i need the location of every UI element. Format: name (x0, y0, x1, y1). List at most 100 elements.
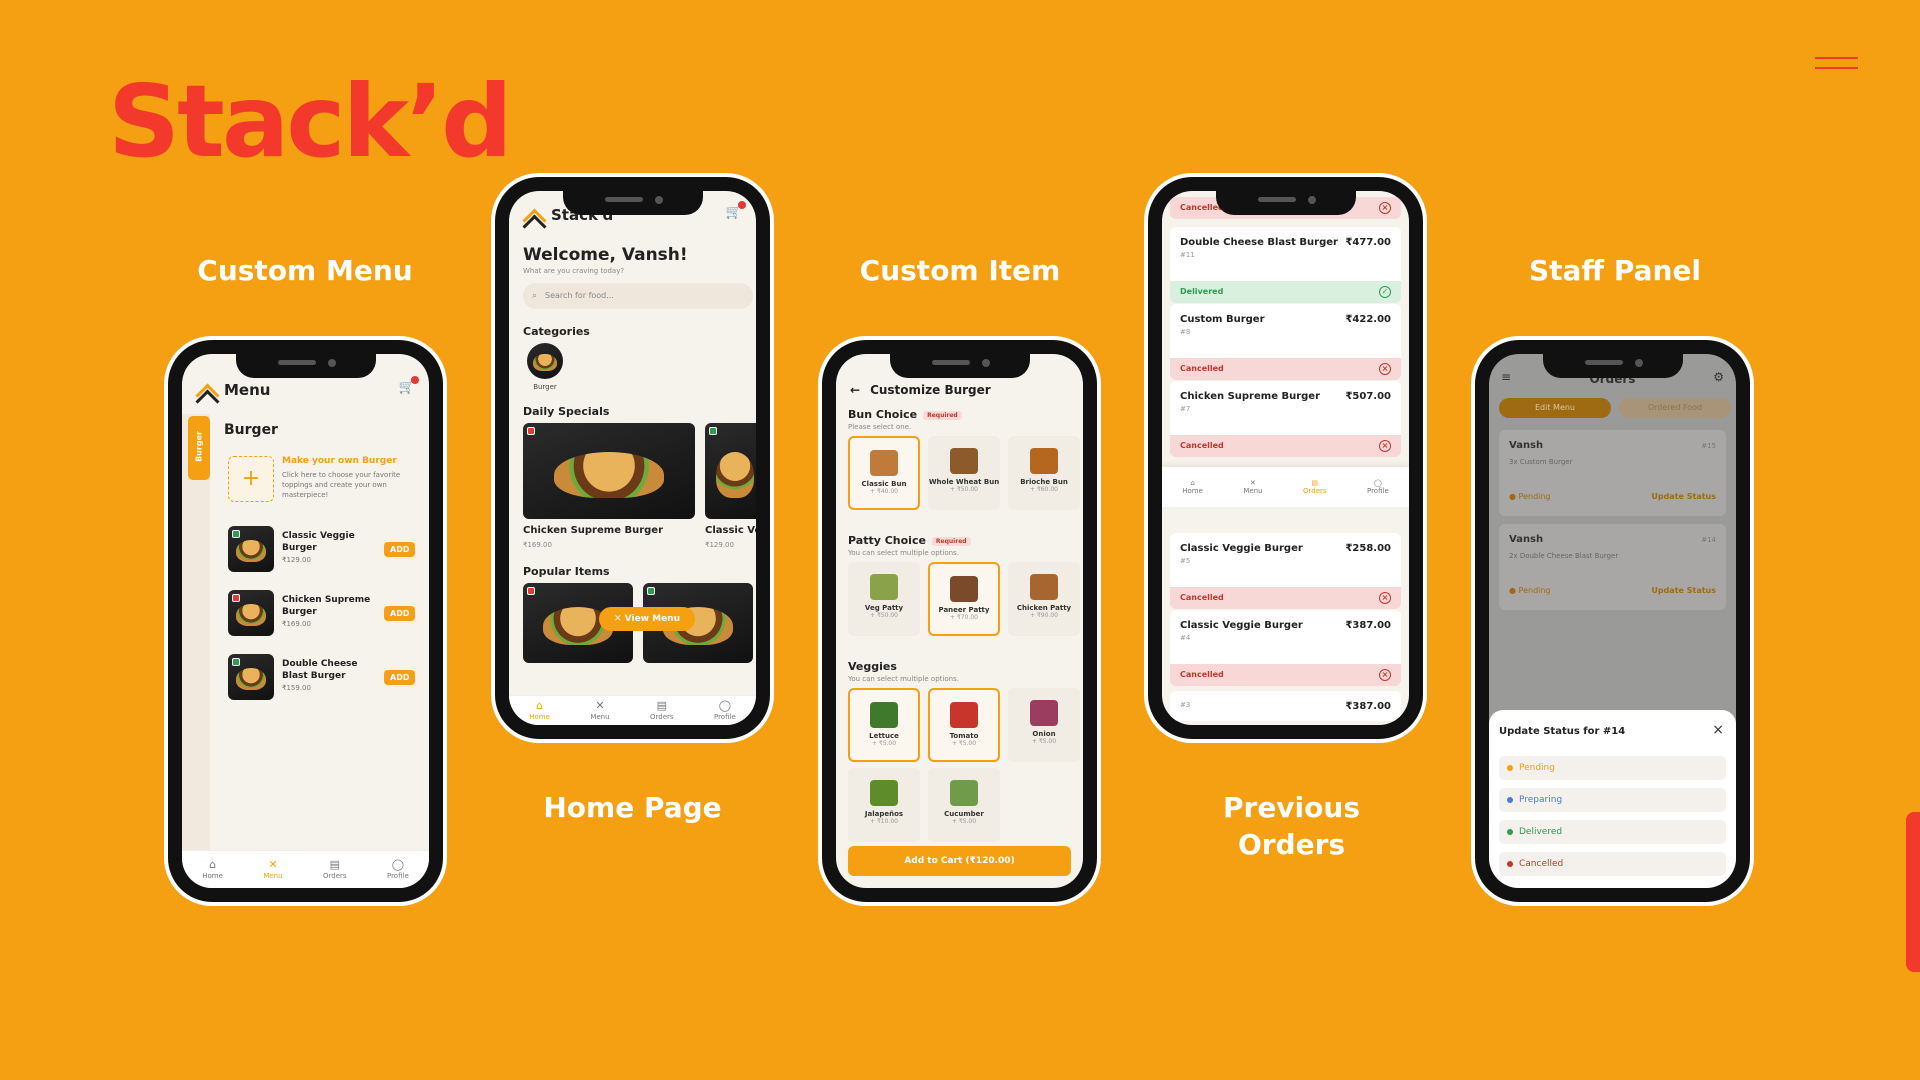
status-option-cancelled[interactable]: Cancelled (1499, 852, 1726, 876)
nav-profile[interactable]: ◯ Profile (1367, 479, 1389, 495)
nav-orders[interactable]: ▤ Orders (650, 699, 674, 722)
option-classic-bun[interactable]: Classic Bun + ₹40.00 (848, 436, 920, 510)
option-chicken-patty[interactable]: Chicken Patty + ₹90.00 (1008, 562, 1080, 636)
update-status-link[interactable]: Update Status (1651, 492, 1716, 501)
required-badge: Required (923, 410, 962, 420)
staff-order-card[interactable]: Vansh #14 2x Double Cheese Blast Burger … (1499, 524, 1726, 610)
order-number: #4 (1180, 634, 1191, 642)
search-placeholder: Search for food... (545, 291, 614, 300)
order-card[interactable]: Double Cheese Blast Burger #11 ₹477.00 Deli… (1170, 227, 1401, 303)
cart-icon[interactable]: 🛒 (399, 376, 419, 395)
option-paneer-patty[interactable]: Paneer Patty + ₹70.00 (928, 562, 1000, 636)
close-icon[interactable]: × (1712, 722, 1724, 738)
brand-logo: Stack’d (108, 63, 513, 180)
home-icon: ⌂ (1190, 479, 1195, 487)
bottom-nav: ⌂ Home ✕ Menu ▤ Orders ◯ Profile (182, 850, 429, 888)
order-card[interactable]: Custom Burger #8 ₹422.00 Cancelled × (1170, 304, 1401, 380)
order-number: #11 (1180, 251, 1195, 259)
option-name: Jalapeños (864, 810, 904, 818)
order-number: #14 (1701, 536, 1716, 544)
side-tab[interactable] (1906, 812, 1920, 972)
add-button[interactable]: ADD (384, 542, 416, 557)
phone-custom: ← Customize Burger Bun Choice Required Pl… (822, 340, 1097, 902)
option-veg-patty[interactable]: Veg Patty + ₹50.00 (848, 562, 920, 636)
hamburger-menu-icon[interactable] (1815, 57, 1858, 71)
option-name: Chicken Patty (1016, 604, 1072, 612)
nav-menu[interactable]: ✕ Menu (263, 858, 283, 881)
add-custom-burger-icon[interactable]: + (228, 456, 274, 502)
nav-home[interactable]: ⌂ Home (202, 858, 223, 881)
own-burger-title[interactable]: Make your own Burger (282, 456, 397, 466)
modal-title: Update Status for #14 (1499, 726, 1626, 737)
order-card[interactable]: Chicken Supreme Burger #7 ₹507.00 Cancelled… (1170, 381, 1401, 457)
order-price: ₹258.00 (1345, 543, 1391, 554)
nav-menu[interactable]: ✕ Menu (1243, 479, 1262, 495)
special-image[interactable] (705, 423, 756, 519)
order-number: #5 (1180, 557, 1191, 565)
veggie-image (870, 702, 898, 728)
caption-previous-line1: Previous (1222, 791, 1360, 824)
order-number: #7 (1180, 405, 1191, 413)
option-price: + ₹5.00 (1031, 738, 1057, 745)
tab-edit-menu[interactable]: Edit Menu (1499, 398, 1611, 418)
stackd-logo-icon (523, 208, 545, 222)
nav-profile[interactable]: ◯ Profile (386, 858, 409, 881)
option-whole-wheat-bun[interactable]: Whole Wheat Bun + ₹50.00 (928, 436, 1000, 510)
status-option-delivered[interactable]: Delivered (1499, 820, 1726, 844)
order-price: ₹422.00 (1345, 314, 1391, 325)
add-button[interactable]: ADD (384, 606, 416, 621)
item-name: Classic Veggie Burger (282, 531, 355, 553)
search-input[interactable]: ⌕ Search for food... (523, 283, 753, 309)
special-image[interactable] (523, 423, 695, 519)
nav-home[interactable]: ⌂ Home (1182, 479, 1203, 495)
option-onion[interactable]: Onion + ₹5.00 (1008, 688, 1080, 762)
category-burger-image[interactable] (527, 343, 563, 379)
home-icon: ⌂ (536, 698, 544, 712)
cart-icon[interactable]: 🛒 (726, 201, 746, 220)
nav-profile-label: Profile (713, 712, 736, 721)
nav-profile[interactable]: ◯ Profile (713, 699, 736, 722)
pending-status: ● Pending (1509, 492, 1551, 501)
order-price: ₹387.00 (1345, 620, 1391, 631)
back-arrow-icon[interactable]: ← (850, 383, 860, 397)
phone-staff: ≡ Orders ⚙ Edit Menu Ordered Food Vansh … (1475, 340, 1750, 902)
option-price: + ₹40.00 (870, 488, 898, 495)
add-to-cart-button[interactable]: Add to Cart (₹120.00) (848, 846, 1071, 876)
update-status-link[interactable]: Update Status (1651, 586, 1716, 595)
order-card[interactable]: #3 ₹387.00 (1170, 691, 1401, 721)
status-option-label: Preparing (1519, 795, 1563, 805)
nav-home[interactable]: ⌂ Home (529, 698, 550, 722)
option-brioche-bun[interactable]: Brioche Bun + ₹60.00 (1008, 436, 1080, 510)
phone-home: Stack'd 🛒 Welcome, Vansh! What are you c… (495, 177, 770, 739)
staff-order-card[interactable]: Vansh #15 3x Custom Burger ● Pending Upd… (1499, 430, 1726, 516)
item-price: ₹159.00 (282, 684, 311, 692)
option-price: + ₹60.00 (1030, 486, 1058, 493)
add-button[interactable]: ADD (384, 670, 416, 685)
option-lettuce[interactable]: Lettuce + ₹5.00 (848, 688, 920, 762)
nav-menu-label: Menu (263, 871, 283, 880)
tab-ordered-food[interactable]: Ordered Food (1619, 398, 1731, 418)
status-option-preparing[interactable]: Preparing (1499, 788, 1726, 812)
pending-status: ● Pending (1509, 586, 1551, 595)
settings-gear-icon[interactable]: ⚙ (1713, 370, 1724, 384)
nav-orders[interactable]: ▤ Orders (323, 858, 347, 881)
category-tab-burger[interactable]: Burger (188, 416, 210, 480)
utensils-icon: ✕ (1250, 479, 1256, 487)
status-option-pending[interactable]: Pending (1499, 756, 1726, 780)
view-menu-button[interactable]: ✕ View Menu (599, 607, 695, 631)
order-card[interactable]: Classic Veggie Burger #4 ₹387.00 Cancelled × (1170, 610, 1401, 686)
category-label: Burger (533, 383, 557, 391)
order-card[interactable]: Classic Veggie Burger #5 ₹258.00 Cancelled × (1170, 533, 1401, 609)
nav-orders-label: Orders (650, 712, 674, 721)
option-cucumber[interactable]: Cucumber + ₹5.00 (928, 768, 1000, 842)
order-items: 2x Double Cheese Blast Burger (1509, 552, 1619, 560)
option-name: Veg Patty (864, 604, 904, 612)
nav-profile-label: Profile (386, 871, 409, 880)
nav-menu[interactable]: ✕ Menu (590, 699, 609, 722)
option-tomato[interactable]: Tomato + ₹5.00 (928, 688, 1000, 762)
bun-heading: Bun Choice Required (848, 408, 962, 421)
phone-menu: Menu 🛒 Burger Burger + Make your own Bur… (168, 340, 443, 902)
nav-orders[interactable]: ▤ Orders (1303, 479, 1327, 495)
status-label: Cancelled (1180, 364, 1224, 373)
option-jalapenos[interactable]: Jalapeños + ₹10.00 (848, 768, 920, 842)
